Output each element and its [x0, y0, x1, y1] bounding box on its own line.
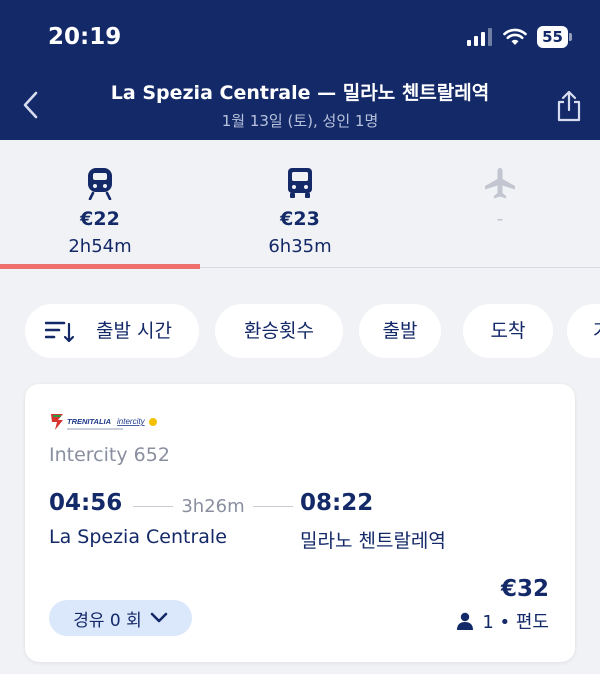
arrival-time: 08:22: [300, 490, 374, 516]
bus-price: €23: [280, 208, 320, 230]
status-time: 20:19: [48, 24, 122, 50]
plane-price: -: [496, 208, 504, 230]
more-filter-chip[interactable]: 가: [567, 304, 600, 358]
tab-plane[interactable]: -: [400, 140, 600, 268]
top-bar: 20:19 55 La Spezia Centrale — 밀라노 첸트랄레역 …: [0, 0, 600, 140]
stops-label: 경유 0 회: [73, 610, 142, 631]
trip-duration: 3h26m: [133, 496, 293, 517]
bus-duration: 6h35m: [268, 236, 332, 257]
departure-chip-label: 출발: [382, 320, 418, 342]
tab-bus[interactable]: €23 6h35m: [200, 140, 400, 268]
wifi-icon: [503, 28, 527, 45]
chevron-down-icon: [150, 612, 168, 623]
tab-train[interactable]: €22 2h54m: [0, 140, 200, 269]
arrival-chip[interactable]: 도착: [463, 304, 553, 358]
train-icon: [88, 168, 112, 200]
train-duration: 2h54m: [68, 236, 132, 257]
sort-departure-time-chip[interactable]: 출발 시간: [25, 304, 199, 358]
plane-icon: [485, 168, 515, 199]
departure-time: 04:56: [49, 490, 123, 516]
passenger-info: 1 • 편도: [456, 608, 549, 634]
page-subtitle: 1월 13일 (토), 성인 1명: [221, 112, 379, 130]
more-chip-label: 가: [593, 320, 600, 342]
passenger-text: 1 • 편도: [482, 612, 549, 633]
battery-level: 55: [537, 26, 568, 48]
departure-station: La Spezia Centrale: [49, 526, 227, 548]
person-icon: [457, 612, 474, 630]
stops-dropdown[interactable]: 경유 0 회: [49, 600, 192, 636]
arrival-chip-label: 도착: [490, 320, 526, 342]
arrival-station: 밀라노 첸트랄레역: [300, 530, 446, 552]
ticket-price: €32: [500, 576, 549, 602]
bus-icon: [288, 168, 312, 198]
share-icon: [557, 90, 581, 122]
status-icons: 55: [467, 26, 572, 48]
share-button[interactable]: [556, 90, 582, 126]
transfers-chip[interactable]: 환승횟수: [215, 304, 343, 358]
departure-chip[interactable]: 출발: [359, 304, 441, 358]
selected-tab-indicator: [0, 264, 200, 269]
page-title: La Spezia Centrale — 밀라노 첸트랄레역: [110, 82, 490, 104]
train-price: €22: [80, 208, 120, 230]
result-card[interactable]: TRENITALIA intercity Intercity 652 04:56…: [25, 384, 575, 662]
svg-text:intercity: intercity: [117, 417, 146, 426]
transfers-chip-label: 환승횟수: [244, 320, 314, 342]
battery-tip: [569, 33, 572, 41]
duration-line-right: [253, 506, 293, 507]
transport-mode-tabs: €22 2h54m €23 6h35m -: [0, 140, 600, 269]
filter-chips: 출발 시간 환승횟수 출발 도착 가: [25, 304, 600, 358]
sort-chip-label: 출발 시간: [96, 320, 172, 342]
train-name: Intercity 652: [49, 444, 170, 466]
svg-text:TRENITALIA: TRENITALIA: [67, 417, 111, 426]
battery-indicator: 55: [537, 26, 572, 48]
trenitalia-intercity-logo: TRENITALIA intercity: [51, 414, 157, 430]
signal-icon: [467, 28, 493, 46]
sort-icon: [45, 321, 75, 343]
